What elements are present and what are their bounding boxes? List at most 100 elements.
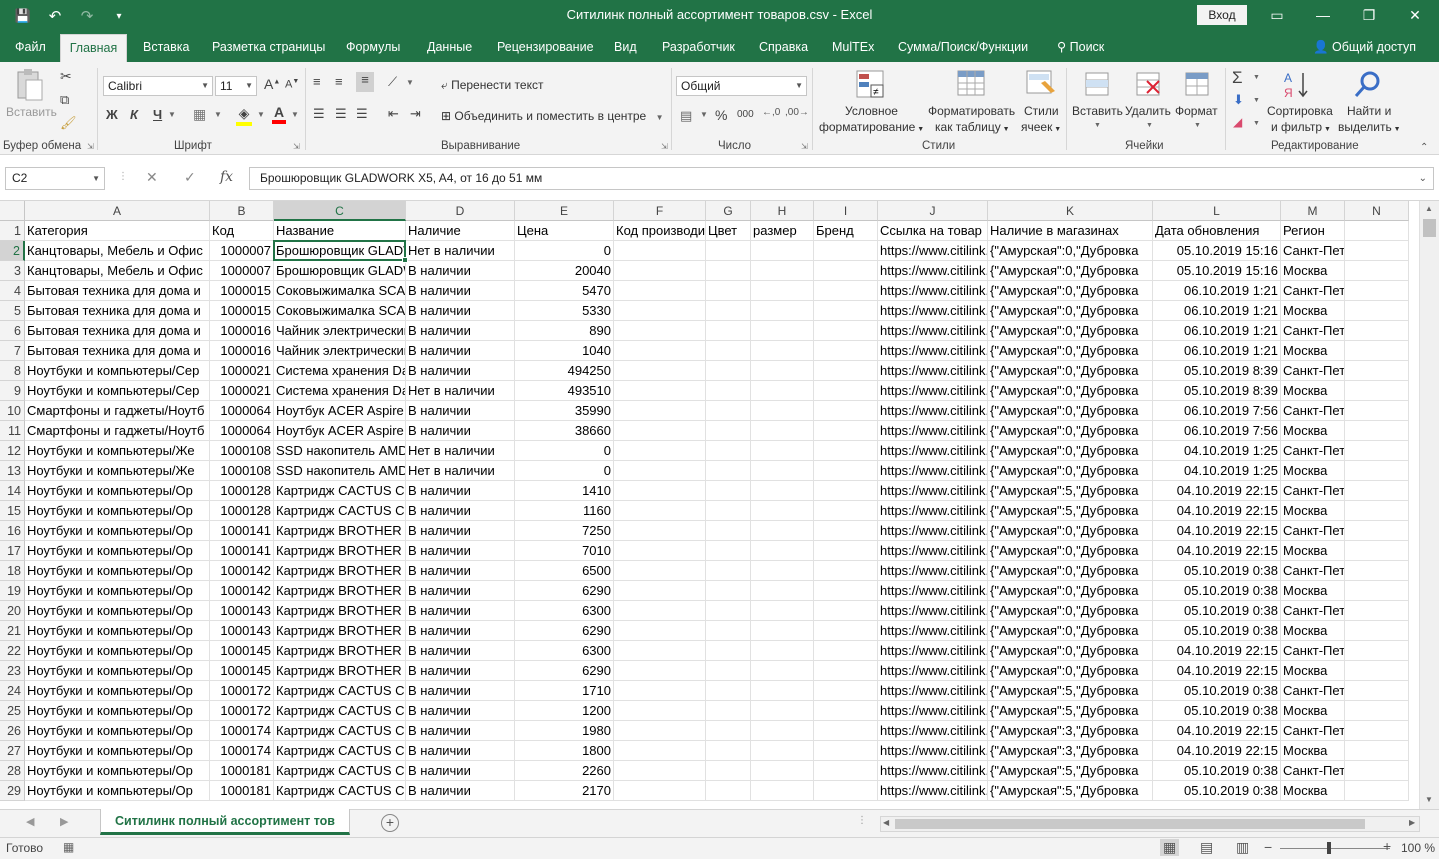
table-cell[interactable] (1345, 481, 1409, 501)
table-cell[interactable]: Ноутбуки и компьютеры/Ор (25, 761, 210, 781)
search-icon[interactable] (1352, 69, 1384, 101)
tab-view[interactable]: Вид (614, 32, 637, 62)
table-cell[interactable]: 06.10.2019 1:21 (1153, 341, 1281, 361)
table-cell[interactable]: Нет в наличии (406, 241, 515, 261)
header-cell[interactable]: Бренд (814, 221, 878, 241)
row-header[interactable]: 3 (0, 261, 25, 281)
header-cell[interactable]: Регион (1281, 221, 1345, 241)
table-cell[interactable]: 0 (515, 241, 614, 261)
table-cell[interactable]: {"Амурская":5,"Дубровка (988, 781, 1153, 801)
table-cell[interactable] (614, 581, 706, 601)
table-cell[interactable]: {"Амурская":0,"Дубровка (988, 621, 1153, 641)
row-header[interactable]: 13 (0, 461, 25, 481)
table-cell[interactable]: Бытовая техника для дома и (25, 341, 210, 361)
table-cell[interactable] (706, 321, 751, 341)
table-cell[interactable]: 06.10.2019 1:21 (1153, 321, 1281, 341)
sort-filter-label2[interactable]: и фильтр ▼ (1271, 120, 1331, 134)
table-cell[interactable] (814, 461, 878, 481)
table-cell[interactable]: https://www.citilink.ru (878, 441, 988, 461)
increase-indent-icon[interactable]: ⇥ (410, 106, 421, 122)
tab-home[interactable]: Главная (60, 34, 127, 62)
table-cell[interactable]: 1000172 (210, 681, 274, 701)
row-header[interactable]: 29 (0, 781, 25, 801)
table-cell[interactable] (814, 581, 878, 601)
table-cell[interactable]: Москва (1281, 461, 1345, 481)
table-cell[interactable]: В наличии (406, 421, 515, 441)
dialog-launcher-icon[interactable]: ⇲ (87, 142, 94, 151)
table-cell[interactable]: 38660 (515, 421, 614, 441)
table-cell[interactable]: Санкт-Петербург (1281, 241, 1345, 261)
format-cells-icon[interactable] (1182, 69, 1214, 101)
table-cell[interactable]: 1980 (515, 721, 614, 741)
table-cell[interactable]: Ноутбуки и компьютеры/Сер (25, 361, 210, 381)
table-cell[interactable]: {"Амурская":5,"Дубровка (988, 701, 1153, 721)
table-cell[interactable] (751, 721, 814, 741)
table-cell[interactable] (1345, 261, 1409, 281)
borders-icon[interactable]: ▦ (193, 106, 206, 123)
merge-center-button[interactable]: ⊞ Объединить и поместить в центре ▼ (441, 109, 664, 123)
table-cell[interactable] (706, 621, 751, 641)
table-cell[interactable]: {"Амурская":5,"Дубровка (988, 501, 1153, 521)
copy-icon[interactable]: ⧉ (60, 92, 69, 108)
table-cell[interactable]: 05.10.2019 0:38 (1153, 621, 1281, 641)
table-cell[interactable]: 2260 (515, 761, 614, 781)
table-cell[interactable]: Ноутбуки и компьютеры/Ор (25, 621, 210, 641)
table-cell[interactable]: 7250 (515, 521, 614, 541)
row-header[interactable]: 5 (0, 301, 25, 321)
table-cell[interactable]: В наличии (406, 621, 515, 641)
paste-button-label[interactable]: Вставить (6, 105, 57, 119)
table-cell[interactable]: {"Амурская":0,"Дубровка (988, 441, 1153, 461)
table-cell[interactable] (1345, 581, 1409, 601)
conditional-formatting-icon[interactable]: ≠ (855, 69, 887, 101)
table-cell[interactable] (1345, 421, 1409, 441)
find-select-button[interactable]: Найти и (1347, 104, 1391, 118)
table-cell[interactable]: Канцтовары, Мебель и Офис (25, 261, 210, 281)
table-cell[interactable] (614, 521, 706, 541)
table-cell[interactable]: https://www.citilink.ru (878, 501, 988, 521)
table-cell[interactable]: https://www.citilink.ru (878, 421, 988, 441)
table-cell[interactable]: В наличии (406, 661, 515, 681)
table-cell[interactable] (706, 641, 751, 661)
table-cell[interactable]: Москва (1281, 421, 1345, 441)
table-cell[interactable]: {"Амурская":0,"Дубровка (988, 561, 1153, 581)
table-cell[interactable] (814, 641, 878, 661)
ribbon-display-options-icon[interactable]: ▭ (1254, 0, 1300, 30)
tab-help[interactable]: Справка (759, 32, 808, 62)
autosum-icon[interactable]: Σ (1232, 68, 1243, 88)
row-header[interactable]: 8 (0, 361, 25, 381)
table-cell[interactable]: Картридж CACTUS CS (274, 481, 406, 501)
table-cell[interactable]: Санкт-Петербург (1281, 641, 1345, 661)
table-cell[interactable] (614, 401, 706, 421)
table-cell[interactable]: Бытовая техника для дома и (25, 281, 210, 301)
table-cell[interactable]: 1160 (515, 501, 614, 521)
table-cell[interactable]: https://www.citilink.ru (878, 341, 988, 361)
table-cell[interactable]: 1000141 (210, 521, 274, 541)
table-cell[interactable]: 5470 (515, 281, 614, 301)
table-cell[interactable] (706, 441, 751, 461)
table-cell[interactable]: Ноутбук ACER Aspire (274, 401, 406, 421)
delete-cells-button[interactable]: Удалить (1125, 104, 1171, 118)
table-cell[interactable]: В наличии (406, 741, 515, 761)
tab-data[interactable]: Данные (427, 32, 472, 62)
table-cell[interactable]: В наличии (406, 301, 515, 321)
table-cell[interactable]: {"Амурская":0,"Дубровка (988, 521, 1153, 541)
table-cell[interactable]: В наличии (406, 321, 515, 341)
table-cell[interactable] (614, 341, 706, 361)
insert-cells-icon[interactable] (1082, 69, 1114, 101)
table-cell[interactable]: Нет в наличии (406, 441, 515, 461)
chevron-down-icon[interactable]: ▼ (1253, 97, 1260, 104)
chevron-down-icon[interactable]: ▼ (291, 110, 299, 119)
table-cell[interactable]: Картридж CACTUS CS (274, 761, 406, 781)
table-cell[interactable]: 1040 (515, 341, 614, 361)
table-cell[interactable]: https://www.citilink.ru (878, 401, 988, 421)
table-cell[interactable]: https://www.citilink.ru (878, 361, 988, 381)
table-cell[interactable] (814, 441, 878, 461)
table-cell[interactable] (751, 321, 814, 341)
table-cell[interactable]: Картридж BROTHER TN (274, 641, 406, 661)
table-cell[interactable] (614, 241, 706, 261)
row-header[interactable]: 12 (0, 441, 25, 461)
table-cell[interactable] (751, 381, 814, 401)
table-cell[interactable]: В наличии (406, 581, 515, 601)
table-cell[interactable]: {"Амурская":5,"Дубровка (988, 481, 1153, 501)
table-cell[interactable]: Санкт-Петербург (1281, 601, 1345, 621)
